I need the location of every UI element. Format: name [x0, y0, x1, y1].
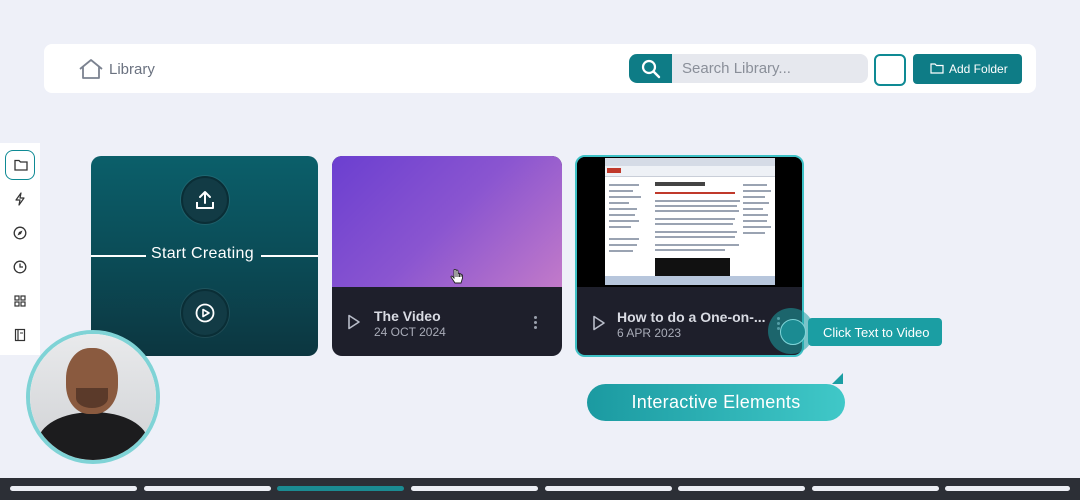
- view-toggle-button[interactable]: [874, 54, 906, 86]
- clock-icon: [13, 260, 27, 274]
- folder-icon: [14, 159, 28, 171]
- record-button[interactable]: [181, 289, 229, 337]
- slide-progress-bar: [0, 478, 1080, 500]
- video-thumbnail[interactable]: [332, 156, 562, 287]
- book-icon: [14, 328, 26, 342]
- cursor-hand-icon: [450, 269, 463, 284]
- hotspot-marker[interactable]: [780, 319, 806, 345]
- sidebar-item-apps[interactable]: [5, 286, 35, 316]
- lightning-icon: [15, 192, 25, 206]
- folder-icon: [930, 63, 944, 74]
- upload-icon: [196, 191, 214, 209]
- sidebar-item-folders[interactable]: [5, 150, 35, 180]
- upload-button[interactable]: [181, 176, 229, 224]
- search-button[interactable]: [629, 54, 673, 83]
- progress-segment[interactable]: [678, 486, 805, 491]
- tooltip-label: Click Text to Video: [823, 325, 930, 340]
- search-input[interactable]: [672, 54, 868, 83]
- video-title[interactable]: The Video: [374, 308, 441, 324]
- add-folder-label: Add Folder: [949, 62, 1008, 76]
- start-creating-label: Start Creating: [151, 245, 254, 262]
- compass-icon: [13, 226, 27, 240]
- play-icon[interactable]: [592, 315, 606, 331]
- video-thumbnail[interactable]: [577, 157, 802, 287]
- library-header: Library Add Folder: [44, 44, 1036, 93]
- video-date: 24 OCT 2024: [374, 325, 446, 339]
- sidebar-rail: [0, 143, 40, 355]
- more-options-icon[interactable]: [534, 316, 537, 331]
- progress-segment[interactable]: [812, 486, 939, 491]
- progress-segment-active[interactable]: [277, 486, 404, 491]
- progress-segment[interactable]: [10, 486, 137, 491]
- sidebar-item-quick-actions[interactable]: [5, 184, 35, 214]
- divider-left: [91, 255, 146, 257]
- play-icon[interactable]: [347, 314, 361, 330]
- interactive-elements-label: Interactive Elements: [587, 384, 845, 421]
- add-folder-button[interactable]: Add Folder: [913, 54, 1022, 84]
- video-date: 6 APR 2023: [617, 326, 682, 340]
- progress-segment[interactable]: [411, 486, 538, 491]
- progress-segment[interactable]: [545, 486, 672, 491]
- record-icon: [195, 303, 215, 323]
- divider-right: [261, 255, 318, 257]
- video-card[interactable]: The Video 24 OCT 2024: [332, 156, 562, 356]
- progress-segment[interactable]: [945, 486, 1070, 491]
- click-text-to-video-tooltip[interactable]: Click Text to Video: [808, 318, 942, 346]
- video-title[interactable]: How to do a One-on-...: [617, 309, 766, 325]
- grid-icon: [14, 295, 26, 307]
- screen-recording-preview: [605, 158, 775, 285]
- sidebar-item-explore[interactable]: [5, 218, 35, 248]
- presenter-avatar: [26, 330, 160, 464]
- search-icon: [641, 59, 661, 79]
- start-creating-card[interactable]: Start Creating: [91, 156, 318, 356]
- callout-pointer: [832, 373, 843, 384]
- home-icon[interactable]: [78, 58, 104, 80]
- sidebar-item-history[interactable]: [5, 252, 35, 282]
- progress-segment[interactable]: [144, 486, 271, 491]
- breadcrumb-library[interactable]: Library: [109, 61, 155, 78]
